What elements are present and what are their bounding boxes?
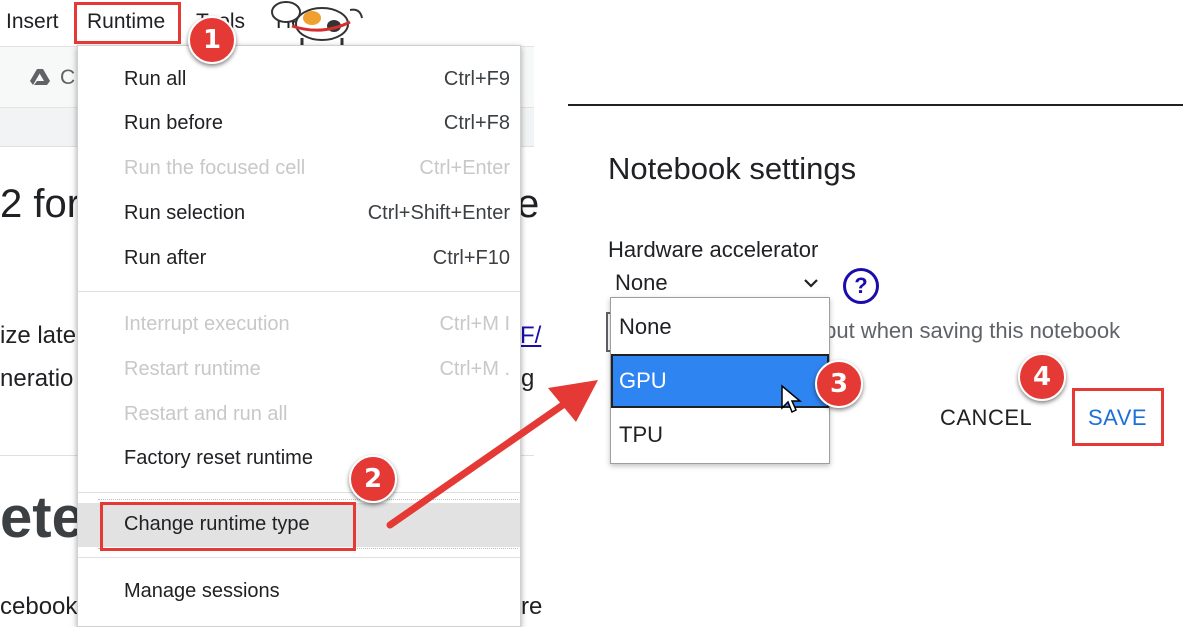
mascot-image bbox=[271, 1, 363, 46]
menu-item-label: Restart runtime bbox=[124, 358, 261, 380]
body-text-line: neratio bbox=[0, 365, 74, 392]
menu-item-shortcut: Ctrl+F9 bbox=[443, 68, 510, 90]
option-none[interactable]: None bbox=[611, 300, 829, 354]
menu-item-label: Run before bbox=[124, 112, 223, 134]
menu-item-label: Run selection bbox=[124, 202, 246, 224]
option-label: None bbox=[619, 314, 672, 339]
dialog-top-border bbox=[568, 104, 1183, 106]
menu-item-run-all[interactable]: Run all Ctrl+F9 bbox=[78, 58, 520, 102]
google-drive-icon bbox=[30, 69, 50, 85]
menu-item-label: Run all bbox=[124, 68, 187, 90]
menu-item-run-before[interactable]: Run before Ctrl+F8 bbox=[78, 102, 520, 146]
chevron-down-icon[interactable] bbox=[803, 277, 819, 289]
menu-insert[interactable]: Insert bbox=[6, 10, 59, 34]
menu-item-shortcut: Ctrl+F8 bbox=[443, 112, 510, 134]
menu-item-run-selection[interactable]: Run selection Ctrl+Shift+Enter bbox=[78, 192, 520, 236]
menu-item-label: Run the focused cell bbox=[124, 157, 306, 179]
menu-item-manage-sessions[interactable]: Manage sessions bbox=[78, 570, 520, 614]
step-badge-4: 4 bbox=[1018, 353, 1066, 401]
highlight-save-button bbox=[1072, 388, 1164, 446]
dialog-title: Notebook settings bbox=[608, 151, 857, 186]
menu-item-run-after[interactable]: Run after Ctrl+F10 bbox=[78, 237, 520, 281]
mouse-cursor-icon bbox=[781, 384, 802, 414]
menu-item-label: Manage sessions bbox=[124, 580, 280, 602]
body-text-line: cebook bbox=[0, 593, 78, 620]
hardware-accelerator-select[interactable]: None bbox=[615, 270, 668, 296]
highlight-change-runtime-type bbox=[100, 502, 356, 551]
step-badge-1: 1 bbox=[188, 16, 236, 64]
menu-item-interrupt-execution: Interrupt execution Ctrl+M I bbox=[78, 303, 520, 347]
accelerator-options-list: None GPU TPU bbox=[610, 297, 830, 464]
menu-item-shortcut: Ctrl+Enter bbox=[419, 157, 510, 179]
menu-item-label: Factory reset runtime bbox=[124, 447, 313, 469]
menu-item-run-focused-cell: Run the focused cell Ctrl+Enter bbox=[78, 147, 520, 191]
menu-item-label: Run after bbox=[124, 247, 207, 269]
section-heading: ete bbox=[0, 485, 84, 550]
menu-item-label: Interrupt execution bbox=[124, 313, 290, 335]
option-tpu[interactable]: TPU bbox=[611, 408, 829, 462]
menu-item-shortcut: Ctrl+Shift+Enter bbox=[367, 202, 510, 224]
option-label: TPU bbox=[619, 422, 663, 447]
menu-item-shortcut: Ctrl+M I bbox=[439, 313, 510, 335]
step-badge-3: 3 bbox=[815, 360, 863, 408]
hardware-accelerator-label: Hardware accelerator bbox=[608, 237, 819, 262]
menu-item-shortcut: Ctrl+F10 bbox=[432, 247, 510, 269]
menu-separator bbox=[78, 557, 520, 558]
link-fragment[interactable]: F/ bbox=[520, 322, 541, 350]
text-fragment: re bbox=[521, 593, 543, 620]
highlight-runtime-menu bbox=[74, 2, 181, 44]
body-text-line: ize late bbox=[0, 322, 77, 349]
menu-separator bbox=[78, 291, 520, 292]
help-icon[interactable]: ? bbox=[843, 268, 879, 304]
section-heading: 2 for bbox=[0, 182, 81, 226]
cancel-button[interactable]: CANCEL bbox=[940, 405, 1032, 431]
option-label: GPU bbox=[619, 368, 667, 393]
menu-item-label: Restart and run all bbox=[124, 403, 288, 425]
omit-output-label: tput when saving this notebook bbox=[818, 318, 1121, 343]
arrow-icon bbox=[386, 380, 598, 529]
copy-to-drive-label[interactable]: C bbox=[60, 66, 75, 90]
